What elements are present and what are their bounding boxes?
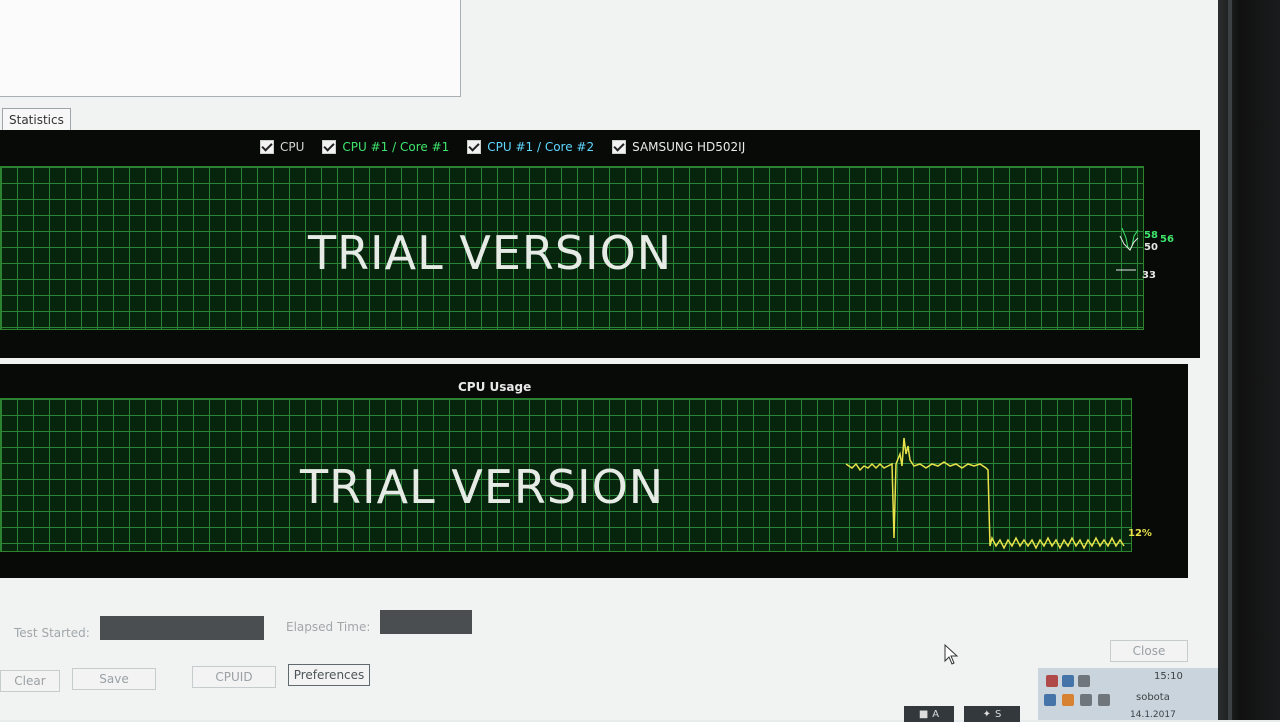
speaker-icon[interactable] [1098, 694, 1110, 706]
checkbox-core1[interactable] [322, 140, 337, 154]
legend-item-core1[interactable]: CPU #1 / Core #1 [322, 140, 449, 154]
cpu-usage-current-value: 12% [1128, 528, 1152, 539]
app-s-icon: ✦ [982, 708, 992, 720]
clear-button[interactable]: Clear [0, 670, 60, 692]
temp-label-33: 33 [1142, 270, 1156, 281]
save-button[interactable]: Save [72, 668, 156, 690]
tray-icon-info[interactable] [1044, 694, 1056, 706]
tray-icon-network[interactable] [1062, 675, 1074, 687]
app-window: Statistics CPU CPU #1 / Core #1 CPU #1 /… [0, 0, 1232, 722]
legend-label-core2: CPU #1 / Core #2 [487, 140, 595, 154]
taskbar-app-a-label: A [932, 708, 940, 720]
clock-time[interactable]: 15:10 [1154, 671, 1183, 682]
checkbox-disk[interactable] [612, 140, 627, 154]
cpu-usage-line [845, 437, 1125, 550]
cpuid-button[interactable]: CPUID [192, 666, 276, 688]
monitor-bezel-edge [1228, 0, 1232, 720]
tray-icon-antivirus[interactable] [1046, 675, 1058, 687]
mouse-cursor-icon [944, 644, 959, 665]
elapsed-time-label: Elapsed Time: [286, 620, 371, 634]
checkbox-core2[interactable] [467, 140, 482, 154]
legend-item-disk[interactable]: SAMSUNG HD502IJ [612, 140, 745, 154]
tray-icon-flag[interactable] [1080, 694, 1092, 706]
taskbar-app-s-label: S [995, 708, 1002, 720]
legend-item-core2[interactable]: CPU #1 / Core #2 [467, 140, 594, 154]
clock-date[interactable]: 14.1.2017 [1130, 710, 1176, 720]
temp-label-58: 58 [1144, 230, 1158, 241]
legend: CPU CPU #1 / Core #1 CPU #1 / Core #2 SA… [260, 140, 745, 154]
temperature-graph-panel: CPU CPU #1 / Core #1 CPU #1 / Core #2 SA… [0, 130, 1200, 358]
clock-day[interactable]: sobota [1136, 692, 1170, 703]
temp-label-50: 50 [1144, 242, 1158, 253]
cpu-usage-graph-panel: CPU Usage TRIAL VERSION 12% [0, 364, 1188, 578]
legend-label-disk: SAMSUNG HD502IJ [632, 140, 746, 154]
app-a-icon: ■ [918, 708, 929, 720]
tab-statistics[interactable]: Statistics [2, 108, 71, 131]
legend-label-cpu: CPU [280, 140, 305, 154]
cpu-usage-title: CPU Usage [458, 380, 532, 394]
trial-watermark-bottom: TRIAL VERSION [300, 460, 665, 514]
tray-icon-x[interactable] [1078, 675, 1090, 687]
upper-panel [0, 0, 461, 97]
checkbox-cpu[interactable] [260, 140, 274, 154]
tray-icon-folder[interactable] [1062, 694, 1074, 706]
elapsed-time-field [380, 610, 472, 634]
close-button[interactable]: Close [1110, 640, 1188, 662]
test-started-field [100, 616, 264, 640]
tray-icons-row1 [1046, 675, 1090, 687]
legend-label-core1: CPU #1 / Core #1 [342, 140, 450, 154]
tray-icons-row2 [1044, 694, 1110, 706]
preferences-button[interactable]: Preferences [288, 664, 370, 686]
legend-item-cpu[interactable]: CPU [260, 140, 304, 154]
test-started-label: Test Started: [14, 626, 90, 640]
trial-watermark-top: TRIAL VERSION [308, 226, 673, 280]
temp-label-56: 56 [1160, 234, 1174, 245]
